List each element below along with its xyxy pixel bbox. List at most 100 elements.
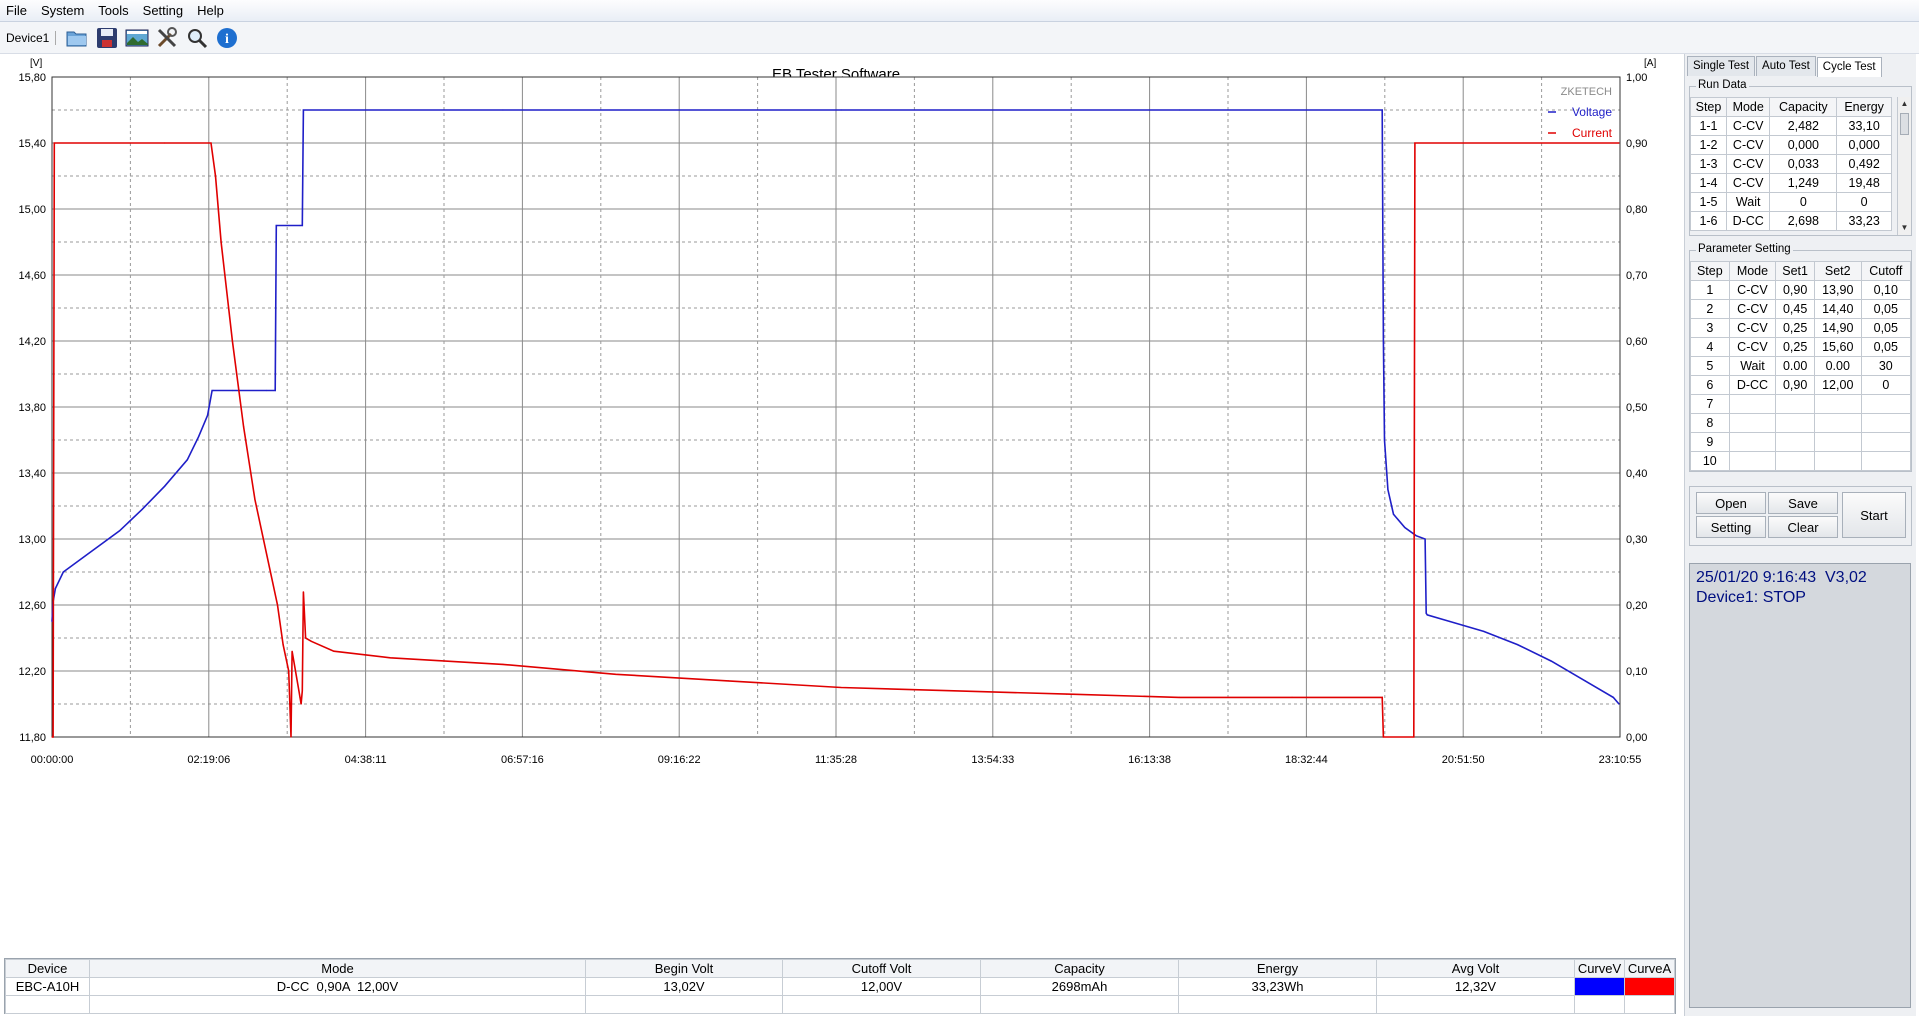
param-cell[interactable]: 30: [1860, 356, 1912, 376]
info-icon[interactable]: i: [214, 25, 240, 51]
menu-tools[interactable]: Tools: [98, 3, 128, 18]
param-cell[interactable]: 0,90: [1775, 375, 1815, 395]
param-row[interactable]: 7: [1690, 394, 1912, 414]
param-cell[interactable]: 0,10: [1860, 280, 1912, 300]
param-cell[interactable]: 0: [1860, 375, 1912, 395]
param-cell[interactable]: [1728, 451, 1777, 471]
run-data-row[interactable]: 1-2 C-CV 0,000 0,000: [1690, 135, 1892, 155]
param-cell[interactable]: 12,00: [1813, 375, 1862, 395]
param-cell[interactable]: [1775, 451, 1815, 471]
param-cell[interactable]: 0,25: [1775, 337, 1815, 357]
param-cell[interactable]: [1860, 394, 1912, 414]
param-cell[interactable]: [1813, 413, 1862, 433]
run-data-row[interactable]: 1-3 C-CV 0,033 0,492: [1690, 154, 1892, 174]
param-cell[interactable]: Wait: [1728, 356, 1777, 376]
curve-v-swatch[interactable]: [1575, 978, 1624, 995]
param-row[interactable]: 3 C-CV 0,25 14,90 0,05: [1690, 318, 1912, 338]
run-data-row[interactable]: 1-1 C-CV 2,482 33,10: [1690, 116, 1892, 136]
curve-v-swatch-cell[interactable]: [1574, 977, 1625, 996]
parameter-table[interactable]: Step Mode Set1 Set2 Cutoff 1 C-CV 0,90 13,9…: [1690, 261, 1912, 471]
param-cell[interactable]: 0.00: [1813, 356, 1862, 376]
menu-file[interactable]: File: [6, 3, 27, 18]
series-point-current: [53, 142, 55, 144]
save-button[interactable]: Save: [1768, 492, 1838, 514]
param-cell[interactable]: 0,05: [1860, 318, 1912, 338]
param-cell[interactable]: [1728, 413, 1777, 433]
run-data-row[interactable]: 1-4 C-CV 1,249 19,48: [1690, 173, 1892, 193]
param-row[interactable]: 5 Wait 0.00 0.00 30: [1690, 356, 1912, 376]
param-cell[interactable]: 8: [1690, 413, 1730, 433]
curve-a-swatch-cell[interactable]: [1624, 977, 1675, 996]
run-data-row[interactable]: 1-5 Wait 0 0: [1690, 192, 1892, 212]
param-cell[interactable]: [1860, 432, 1912, 452]
y-left-tick-label: 13,40: [18, 468, 46, 480]
open-button[interactable]: Open: [1696, 492, 1766, 514]
param-cell[interactable]: 3: [1690, 318, 1730, 338]
setting-button[interactable]: Setting: [1696, 516, 1766, 538]
param-cell[interactable]: [1860, 451, 1912, 471]
param-cell[interactable]: 0,90: [1775, 280, 1815, 300]
param-cell[interactable]: [1728, 394, 1777, 414]
param-cell[interactable]: 0,05: [1860, 337, 1912, 357]
menu-help[interactable]: Help: [197, 3, 224, 18]
param-cell[interactable]: 0,45: [1775, 299, 1815, 319]
param-cell[interactable]: 10: [1690, 451, 1730, 471]
param-cell[interactable]: 0,25: [1775, 318, 1815, 338]
param-cell[interactable]: [1813, 451, 1862, 471]
param-cell[interactable]: C-CV: [1728, 337, 1777, 357]
param-cell[interactable]: C-CV: [1728, 280, 1777, 300]
param-cell[interactable]: [1775, 394, 1815, 414]
param-cell[interactable]: [1860, 413, 1912, 433]
scroll-up-icon[interactable]: ▲: [1898, 97, 1911, 111]
param-cell[interactable]: 9: [1690, 432, 1730, 452]
param-cell[interactable]: 2: [1690, 299, 1730, 319]
param-cell[interactable]: [1775, 432, 1815, 452]
param-cell[interactable]: 1: [1690, 280, 1730, 300]
param-cell[interactable]: 7: [1690, 394, 1730, 414]
tools-icon[interactable]: [154, 25, 180, 51]
menu-bar: File System Tools Setting Help: [0, 0, 1919, 22]
tab-auto-test[interactable]: Auto Test: [1756, 56, 1816, 76]
param-cell[interactable]: 13,90: [1813, 280, 1862, 300]
param-cell[interactable]: [1775, 413, 1815, 433]
clear-button[interactable]: Clear: [1768, 516, 1838, 538]
run-data-row[interactable]: 1-6 D-CC 2,698 33,23: [1690, 211, 1892, 231]
param-row[interactable]: 9: [1690, 432, 1912, 452]
series-point-current: [1413, 736, 1415, 738]
param-cell[interactable]: C-CV: [1728, 318, 1777, 338]
param-row[interactable]: 6 D-CC 0,90 12,00 0: [1690, 375, 1912, 395]
param-row[interactable]: 10: [1690, 451, 1912, 471]
menu-system[interactable]: System: [41, 3, 84, 18]
param-row[interactable]: 4 C-CV 0,25 15,60 0,05: [1690, 337, 1912, 357]
param-row[interactable]: 8: [1690, 413, 1912, 433]
search-icon[interactable]: [184, 25, 210, 51]
tab-cycle-test[interactable]: Cycle Test: [1816, 57, 1882, 77]
param-cell[interactable]: 15,60: [1813, 337, 1862, 357]
param-cell[interactable]: [1728, 432, 1777, 452]
param-cell[interactable]: 6: [1690, 375, 1730, 395]
param-cell[interactable]: [1813, 394, 1862, 414]
param-cell[interactable]: C-CV: [1728, 299, 1777, 319]
param-row[interactable]: 1 C-CV 0,90 13,90 0,10: [1690, 280, 1912, 300]
run-data-scrollbar[interactable]: ▲ ▼: [1897, 97, 1911, 235]
param-cell[interactable]: 14,90: [1813, 318, 1862, 338]
param-cell[interactable]: 5: [1690, 356, 1730, 376]
param-cell[interactable]: 0.00: [1775, 356, 1815, 376]
param-row[interactable]: 2 C-CV 0,45 14,40 0,05: [1690, 299, 1912, 319]
image-icon[interactable]: [124, 25, 150, 51]
folder-icon[interactable]: [64, 25, 90, 51]
scroll-thumb[interactable]: [1900, 113, 1909, 135]
scroll-down-icon[interactable]: ▼: [1898, 221, 1911, 235]
param-cell[interactable]: [1813, 432, 1862, 452]
param-cell[interactable]: 0,05: [1860, 299, 1912, 319]
menu-setting[interactable]: Setting: [143, 3, 183, 18]
curve-a-swatch[interactable]: [1625, 978, 1674, 995]
start-button[interactable]: Start: [1842, 492, 1906, 538]
save-icon[interactable]: [94, 25, 120, 51]
tab-single-test[interactable]: Single Test: [1687, 56, 1756, 76]
x-tick-label: 06:57:16: [501, 754, 544, 766]
device-selector[interactable]: Device1: [6, 30, 57, 45]
param-cell[interactable]: D-CC: [1728, 375, 1777, 395]
param-cell[interactable]: 4: [1690, 337, 1730, 357]
param-cell[interactable]: 14,40: [1813, 299, 1862, 319]
